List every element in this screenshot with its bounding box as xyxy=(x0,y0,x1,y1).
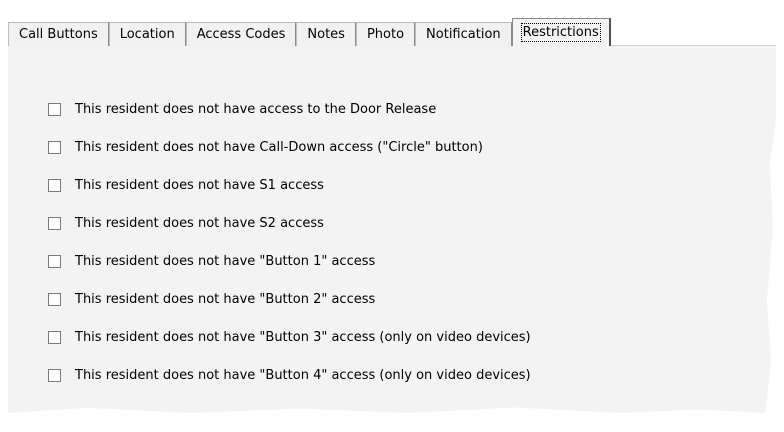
s2-checkbox[interactable] xyxy=(48,216,61,230)
tab-label: Restrictions xyxy=(520,23,601,42)
tab-label: Notes xyxy=(307,27,345,42)
tab-label: Notification xyxy=(426,27,501,42)
restrictions-dialog: Call Buttons Location Access Codes Notes… xyxy=(0,0,784,432)
tab-strip: Call Buttons Location Access Codes Notes… xyxy=(8,18,611,46)
restriction-s1[interactable]: This resident does not have S1 access xyxy=(48,166,531,204)
restriction-button-1[interactable]: This resident does not have "Button 1" a… xyxy=(48,242,531,280)
restriction-button-4[interactable]: This resident does not have "Button 4" a… xyxy=(48,356,531,394)
restriction-call-down[interactable]: This resident does not have Call-Down ac… xyxy=(48,128,531,166)
tab-photo[interactable]: Photo xyxy=(355,22,416,46)
tab-restrictions[interactable]: Restrictions xyxy=(511,18,611,46)
s1-checkbox[interactable] xyxy=(48,178,61,192)
restriction-s2[interactable]: This resident does not have S2 access xyxy=(48,204,531,242)
button-2-label: This resident does not have "Button 2" a… xyxy=(75,291,376,307)
button-2-checkbox[interactable] xyxy=(48,292,61,306)
button-3-label: This resident does not have "Button 3" a… xyxy=(75,329,531,345)
call-down-checkbox[interactable] xyxy=(48,140,61,154)
button-4-label: This resident does not have "Button 4" a… xyxy=(75,367,531,383)
door-release-checkbox[interactable] xyxy=(48,102,61,116)
s2-label: This resident does not have S2 access xyxy=(75,215,324,231)
button-1-checkbox[interactable] xyxy=(48,254,61,268)
tab-location[interactable]: Location xyxy=(108,22,186,46)
restriction-button-2[interactable]: This resident does not have "Button 2" a… xyxy=(48,280,531,318)
door-release-label: This resident does not have access to th… xyxy=(75,101,437,117)
button-4-checkbox[interactable] xyxy=(48,368,61,382)
tab-notes[interactable]: Notes xyxy=(296,22,356,46)
button-1-label: This resident does not have "Button 1" a… xyxy=(75,253,376,269)
restrictions-list: This resident does not have access to th… xyxy=(48,90,531,394)
call-down-label: This resident does not have Call-Down ac… xyxy=(75,139,483,155)
tab-label: Photo xyxy=(366,27,405,42)
restriction-door-release[interactable]: This resident does not have access to th… xyxy=(48,90,531,128)
tab-notification[interactable]: Notification xyxy=(415,22,512,46)
restriction-button-3[interactable]: This resident does not have "Button 3" a… xyxy=(48,318,531,356)
tab-access-codes[interactable]: Access Codes xyxy=(185,22,297,46)
s1-label: This resident does not have S1 access xyxy=(75,177,324,193)
tab-label: Call Buttons xyxy=(19,27,98,42)
tab-label: Location xyxy=(119,27,175,42)
tab-label: Access Codes xyxy=(196,27,286,42)
button-3-checkbox[interactable] xyxy=(48,330,61,344)
tab-call-buttons[interactable]: Call Buttons xyxy=(8,22,109,46)
